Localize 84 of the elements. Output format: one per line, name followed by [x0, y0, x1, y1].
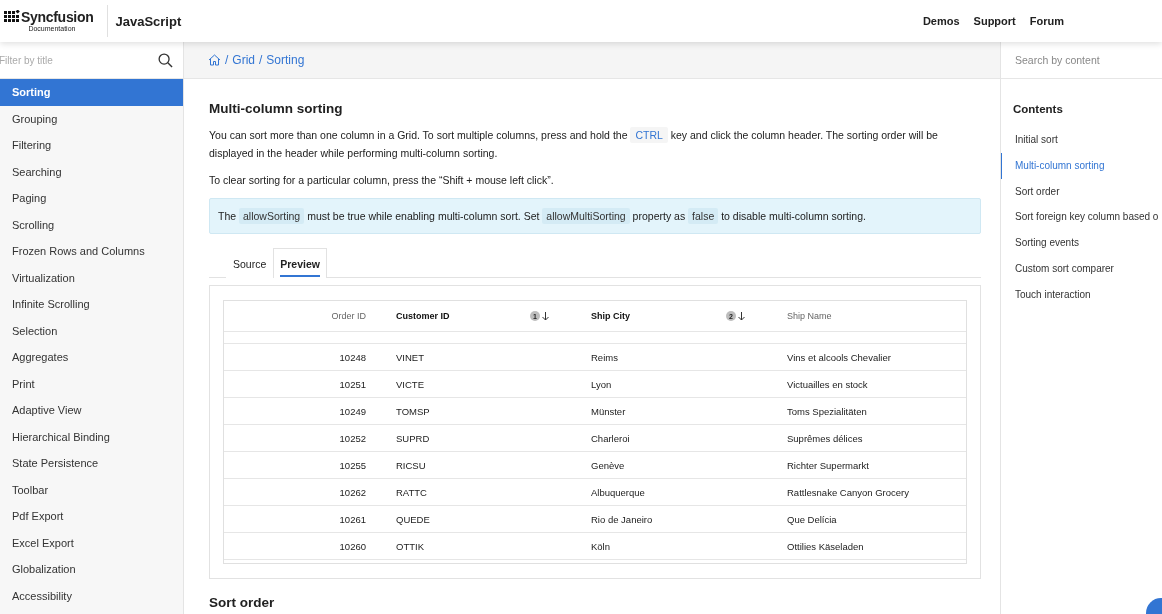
table-cell-text: Lyon	[590, 378, 613, 390]
sidebar-item[interactable]: Searching	[0, 158, 183, 185]
contents-link[interactable]: Touch interaction	[1001, 281, 1162, 308]
nav-link[interactable]: Support	[973, 15, 1016, 27]
sidebar-item[interactable]: Virtualization	[0, 264, 183, 291]
filter-field[interactable]: Filter by title	[0, 54, 158, 66]
sidebar-item[interactable]: Pdf Export	[0, 503, 183, 530]
nav-link[interactable]: Demos	[922, 15, 960, 27]
sidebar-item[interactable]: Globalization	[0, 556, 183, 583]
table-cell-text: Victuailles en stock	[786, 378, 869, 390]
arrow-down-icon	[738, 311, 745, 321]
section-heading: Sort order	[209, 595, 276, 610]
table-cell-text: SUPRD	[395, 432, 431, 444]
filter-field[interactable]: Filter by title	[0, 42, 183, 79]
logo-icon	[4, 10, 20, 23]
sidebar-item[interactable]: Sorting	[0, 79, 183, 106]
table-cell-text: 10251	[338, 378, 367, 390]
table-cell-text: 10262	[338, 486, 367, 498]
sidebar-item[interactable]: Excel Export	[0, 529, 183, 556]
column-header[interactable]: Order ID	[224, 311, 381, 321]
sidebar-item[interactable]: Infinite Scrolling	[0, 291, 183, 318]
table-cell-text: 10252	[338, 432, 367, 444]
sidebar-item[interactable]: Paging	[0, 185, 183, 212]
sidebar-item[interactable]: Grouping	[0, 105, 183, 132]
contents-link[interactable]: Sort foreign key column based o	[1001, 204, 1162, 231]
nav-link[interactable]: Forum	[1029, 15, 1064, 27]
tab[interactable]: Preview	[273, 248, 327, 278]
table-cell-text: Münster	[590, 405, 627, 417]
table-cell-text: RICSU	[395, 459, 427, 471]
arrow-down-icon	[542, 311, 549, 321]
breadcrumb-separator: /	[259, 53, 263, 67]
search-icon	[158, 52, 173, 68]
sidebar-item[interactable]: Filtering	[0, 132, 183, 159]
table-cell-text: 10249	[338, 405, 367, 417]
sidebar-item[interactable]: Hierarchical Binding	[0, 423, 183, 450]
contents-link[interactable]: Sorting events	[1001, 230, 1162, 256]
sidebar-item[interactable]: Adaptive View	[0, 397, 183, 424]
paragraph: You can sort more than one column in a Grid. To sort multiple columns, press and hold the CTRL key and click the column header. The sorting order will be displayed in the header while performing multi-column sorting.	[209, 126, 939, 161]
table-cell-text: Charleroi	[590, 432, 631, 444]
sidebar-item[interactable]: Aggregates	[0, 344, 183, 371]
table-cell-text: 10248	[338, 351, 367, 363]
table-cell-text: 10261	[338, 513, 367, 525]
table-cell-text: Rio de Janeiro	[590, 513, 654, 525]
table-cell-text: Reims	[590, 351, 619, 363]
table-cell-text: OTTIK	[395, 540, 425, 552]
section-heading: Multi-column sorting	[209, 101, 344, 116]
sidebar-item[interactable]: Print	[0, 370, 183, 397]
product-name: JavaScript	[115, 13, 182, 29]
table-cell-text: VICTE	[395, 378, 425, 390]
sidebar-item[interactable]: Selection	[0, 317, 183, 344]
note-box: The allowSorting must be true while enabling multi-column sort. Set allowMultiSorting property as false to disable multi-column sorting.	[209, 198, 981, 234]
table-cell-text: 10255	[338, 459, 367, 471]
table-cell-text: RATTC	[395, 486, 428, 498]
sidebar-item[interactable]: Accessibility	[0, 582, 183, 609]
breadcrumb-link[interactable]: Sorting	[266, 53, 305, 67]
sidebar-item[interactable]: State Persistence	[0, 450, 183, 477]
table-cell-text: Toms Spezialitäten	[786, 405, 868, 417]
breadcrumb-link[interactable]: Grid	[232, 53, 255, 67]
table-cell-text: Albuquerque	[590, 486, 646, 498]
sidebar-item[interactable]: Scrolling	[0, 211, 183, 238]
paragraph: To clear sorting for a particular column, press the “Shift + mouse left click”.	[209, 173, 555, 188]
sidebar-item[interactable]: Frozen Rows and Columns	[0, 238, 183, 265]
contents-link[interactable]: Sort order	[1001, 178, 1162, 205]
table-cell-text: Genève	[590, 459, 626, 471]
contents-title: Contents	[1013, 103, 1064, 115]
table-cell-text: Suprêmes délices	[786, 432, 864, 444]
table-cell-text: QUEDE	[395, 513, 431, 525]
table-cell-text: Köln	[590, 540, 611, 552]
contents-link[interactable]: Initial sort	[1001, 127, 1162, 153]
column-header[interactable]: Ship Name	[772, 311, 966, 321]
table-cell-text: Ottilies Käseladen	[786, 540, 865, 552]
table-cell-text: Que Delícia	[786, 513, 838, 525]
home-icon[interactable]	[208, 54, 221, 66]
table-cell-text: Vins et alcools Chevalier	[786, 351, 892, 363]
contents-link[interactable]: Multi-column sorting	[1001, 152, 1162, 179]
contents-link[interactable]: Custom sort comparer	[1001, 256, 1162, 282]
breadcrumb-separator: /	[225, 53, 229, 67]
table-cell-text: TOMSP	[395, 405, 431, 417]
table-cell-text: 10260	[338, 540, 367, 552]
sidebar-item[interactable]: Toolbar	[0, 476, 183, 503]
logo-name: Syncfusion	[21, 9, 94, 24]
table-cell-text: VINET	[395, 351, 425, 363]
table-cell-text: Rattlesnake Canyon Grocery	[786, 486, 910, 498]
table-cell-text: Richter Supermarkt	[786, 459, 870, 471]
